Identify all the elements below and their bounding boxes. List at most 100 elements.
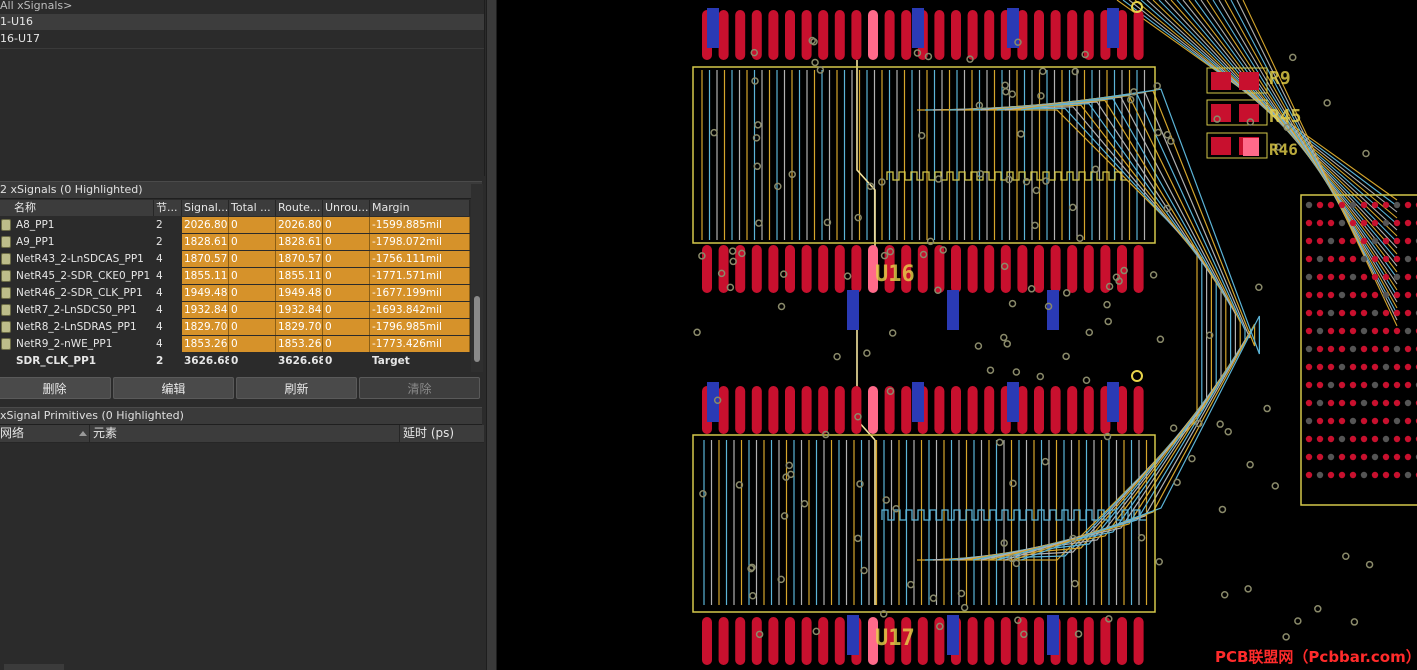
col-header-name[interactable]: 名称 xyxy=(0,200,154,216)
via xyxy=(833,352,841,361)
bga-ball xyxy=(1360,237,1368,245)
bga-ball xyxy=(1404,201,1412,209)
col-header-unrouted[interactable]: Unrou... xyxy=(323,200,370,216)
bga-ball xyxy=(1382,453,1390,461)
ic-pin-pad xyxy=(1050,10,1061,60)
primitives-panel-header: xSignal Primitives (0 Highlighted) xyxy=(0,407,482,425)
table-row[interactable]: NetR7_2-LnSDCS0_PP141932.84501932.8450-1… xyxy=(0,302,470,318)
bga-ball xyxy=(1382,399,1390,407)
class-item-u17[interactable]: 16-U17 xyxy=(0,31,484,47)
table-row[interactable]: NetR9_2-nWE_PP141853.26101853.2610-1773.… xyxy=(0,336,470,352)
cell-nodes: 4 xyxy=(156,287,163,299)
col-header-delay[interactable]: 延时 (ps) xyxy=(403,425,484,442)
xsignals-panel-header: 2 xSignals (0 Highlighted) xyxy=(0,181,482,199)
via xyxy=(1314,605,1322,613)
bga-ball xyxy=(1360,435,1368,443)
table-row-target[interactable]: SDR_CLK_PP123626.68703626.6870Target xyxy=(0,353,470,369)
mount-hole xyxy=(1131,370,1143,382)
bga-ball xyxy=(1338,255,1346,263)
ic-pin-pad xyxy=(967,10,978,60)
cell-route: 1949.488 xyxy=(276,285,323,301)
net-icon xyxy=(1,304,11,316)
col-header-net[interactable]: 网络 xyxy=(0,425,90,442)
cell-name: NetR43_2-LnSDCAS_PP1 xyxy=(16,253,144,265)
bga-ball xyxy=(1316,327,1324,335)
bga-ball xyxy=(1382,255,1390,263)
ic-pin-pad xyxy=(851,386,862,434)
delete-button[interactable]: 删除 xyxy=(0,377,111,399)
bga-ball xyxy=(1327,381,1335,389)
cell-signal: 1949.488 xyxy=(182,285,229,301)
ic-pin-pad xyxy=(768,617,779,665)
class-item-all[interactable]: All xSignals> xyxy=(0,0,484,14)
table-row[interactable]: A9_PP121828.61501828.6150-1798.072mil xyxy=(0,234,470,250)
cell-nodes: 2 xyxy=(156,355,164,367)
ic-pin-pad xyxy=(1083,10,1094,60)
bga-ball xyxy=(1327,219,1335,227)
via xyxy=(1091,165,1100,173)
via xyxy=(1216,420,1224,428)
bga-ball xyxy=(1393,381,1401,389)
via xyxy=(811,58,819,67)
bga-ball xyxy=(1393,309,1401,317)
ic-pin-pad xyxy=(818,10,829,60)
bga-ball xyxy=(1404,417,1412,425)
refresh-button[interactable]: 刷新 xyxy=(236,377,357,399)
table-row[interactable]: NetR43_2-LnSDCAS_PP141870.57601870.5760-… xyxy=(0,251,470,267)
bga-ball xyxy=(1404,381,1412,389)
class-item-u16[interactable]: 1-U16 xyxy=(0,14,484,30)
ic-pin-pad xyxy=(768,10,779,60)
table-row[interactable]: NetR8_2-LnSDRAS_PP141829.70301829.7030-1… xyxy=(0,319,470,335)
table-scrollbar-thumb[interactable] xyxy=(474,296,480,362)
cell-nodes: 4 xyxy=(156,270,163,282)
bga-ball xyxy=(1338,291,1346,299)
via xyxy=(863,349,871,357)
col-header-routed[interactable]: Route... xyxy=(276,200,323,216)
bga-ball xyxy=(1382,327,1390,335)
col-header-element[interactable]: 元素 xyxy=(93,425,400,442)
bga-ball xyxy=(1305,381,1313,389)
via xyxy=(1002,87,1010,96)
via xyxy=(854,534,862,543)
bga-ball xyxy=(1327,399,1335,407)
bga-ball xyxy=(1338,453,1346,461)
col-header-nodes[interactable]: 节... xyxy=(154,200,182,216)
bga-ball xyxy=(1349,453,1357,461)
cell-name: A8_PP1 xyxy=(16,219,55,231)
ic-pin-pad xyxy=(834,10,845,60)
bga-ball xyxy=(1382,471,1390,479)
pad-layer xyxy=(702,8,1259,665)
col-header-signal-length[interactable]: Signal... xyxy=(182,200,229,216)
bga-ball xyxy=(1393,237,1401,245)
ic-pin-pad xyxy=(818,617,829,665)
col-header-margin[interactable]: Margin xyxy=(370,200,470,216)
pad-blue xyxy=(1007,8,1019,48)
ic-pin-pad xyxy=(718,617,729,665)
ic-pin-pad xyxy=(951,386,961,434)
trace xyxy=(1230,0,1398,315)
ic-pin-pad xyxy=(1083,245,1094,293)
bga-ball xyxy=(1393,471,1401,479)
bga-ball xyxy=(1404,273,1412,281)
primitives-col-header-row: 网络 元素 延时 (ps) xyxy=(0,425,484,443)
bottom-cut-text xyxy=(4,664,64,670)
ic-pin-pad xyxy=(834,245,845,293)
table-row[interactable]: A8_PP122026.80202026.8020-1599.885mil xyxy=(0,217,470,233)
net-icon xyxy=(1,321,11,333)
table-row[interactable]: NetR45_2-SDR_CKE0_PP141855.11701855.1170… xyxy=(0,268,470,284)
ic-pin-pad xyxy=(1117,617,1127,665)
edit-button[interactable]: 编辑 xyxy=(113,377,234,399)
panel-splitter[interactable] xyxy=(486,0,497,670)
table-row[interactable]: NetR46_2-SDR_CLK_PP141949.48801949.4880-… xyxy=(0,285,470,301)
ic-pin-pad xyxy=(884,10,895,60)
via xyxy=(1076,234,1084,242)
bga-ball xyxy=(1382,381,1390,389)
pad-blue xyxy=(847,290,859,330)
bga-ball xyxy=(1316,453,1324,461)
via xyxy=(1071,579,1079,588)
bga-ball xyxy=(1360,471,1368,479)
col-header-total[interactable]: Total ... xyxy=(229,200,276,216)
via xyxy=(1289,53,1297,62)
pcb-canvas[interactable]: U16 U17 R9 R45 R46 PCB联盟网（Pcbbar.com） xyxy=(497,0,1417,670)
ic-pin-pad xyxy=(818,386,829,434)
